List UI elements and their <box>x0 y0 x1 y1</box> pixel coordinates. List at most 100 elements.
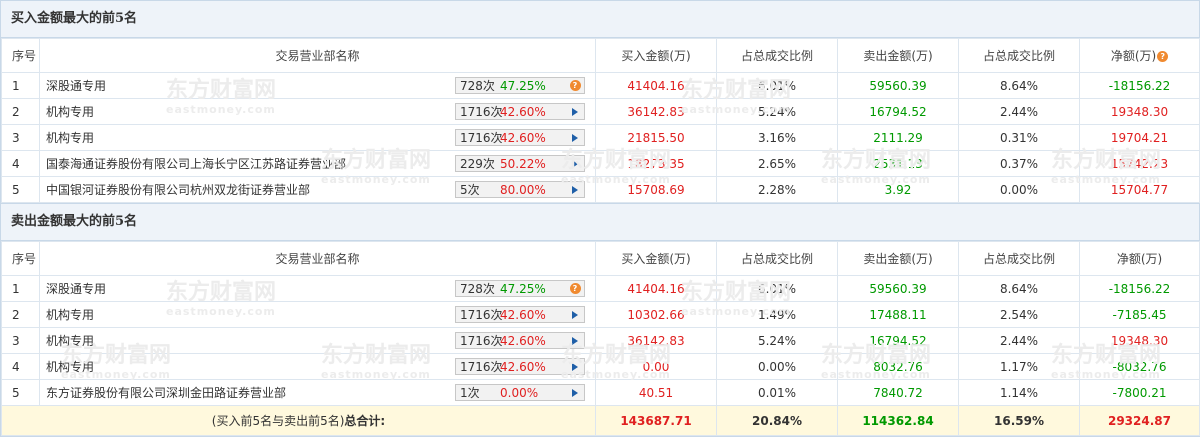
row-index: 1 <box>1 72 40 99</box>
col-header-name: 交易营业部名称 <box>39 241 596 276</box>
play-arrow-icon <box>572 388 578 397</box>
net-amount: -18156.22 <box>1079 72 1200 99</box>
win-rate: 47.25% <box>500 78 546 93</box>
broker-stats-badge[interactable]: 728次 47.25%? <box>455 280 585 297</box>
badge-icon-wrap[interactable]: ? <box>566 80 584 91</box>
total-row: (买入前5名与卖出前5名)总合计: 143687.71 20.84% 11436… <box>1 405 1200 436</box>
badge-icon-wrap[interactable] <box>566 107 584 116</box>
win-rate: 42.60% <box>500 307 546 322</box>
row-index: 2 <box>1 301 40 328</box>
net-amount: 15742.23 <box>1079 150 1200 177</box>
row-index: 3 <box>1 124 40 151</box>
broker-name[interactable]: 机构专用 <box>46 129 94 146</box>
broker-stats-badge[interactable]: 1716次 42.60% <box>455 129 585 146</box>
play-arrow-icon <box>572 336 578 345</box>
col-header-sell: 卖出金额(万) <box>837 241 959 276</box>
broker-cell: 机构专用 1716次 42.60% <box>39 301 596 328</box>
win-rate: 42.60% <box>500 333 546 348</box>
col-header-buy-pct: 占总成交比例 <box>716 241 838 276</box>
net-amount: -7185.45 <box>1079 301 1200 328</box>
total-sell: 114362.84 <box>837 405 959 436</box>
win-rate: 50.22% <box>500 156 546 171</box>
sell-pct: 1.17% <box>958 353 1080 380</box>
broker-cell: 机构专用 1716次 42.60% <box>39 98 596 125</box>
sell-section-title: 卖出金额最大的前5名 <box>1 203 1199 241</box>
buy-amount: 18273.35 <box>595 150 717 177</box>
sell-amount: 16794.52 <box>837 327 959 354</box>
play-arrow-icon <box>572 310 578 319</box>
net-amount: 15704.77 <box>1079 176 1200 203</box>
row-index: 4 <box>1 150 40 177</box>
sell-pct: 1.14% <box>958 379 1080 406</box>
sell-pct: 2.54% <box>958 301 1080 328</box>
buy-pct: 6.01% <box>716 275 838 302</box>
col-header-idx: 序号 <box>1 38 40 73</box>
appearance-count: 1716次 <box>460 308 503 322</box>
badge-icon-wrap[interactable] <box>566 362 584 371</box>
longhubang-panel: 东方财富网 eastmoney.com 东方财富网 eastmoney.com 东方… <box>0 0 1200 437</box>
question-mark-icon[interactable]: ? <box>569 80 581 91</box>
broker-stats-badge[interactable]: 1716次 42.60% <box>455 332 585 349</box>
sell-amount: 59560.39 <box>837 275 959 302</box>
buy-pct: 0.00% <box>716 353 838 380</box>
broker-cell: 机构专用 1716次 42.60% <box>39 353 596 380</box>
badge-icon-wrap[interactable] <box>566 159 584 168</box>
broker-name[interactable]: 深股通专用 <box>46 77 106 94</box>
row-index: 5 <box>1 176 40 203</box>
broker-name[interactable]: 机构专用 <box>46 103 94 120</box>
total-net: 29324.87 <box>1079 405 1200 436</box>
buy-amount: 36142.83 <box>595 98 717 125</box>
buy-pct: 3.16% <box>716 124 838 151</box>
buy-pct: 5.24% <box>716 98 838 125</box>
buy-amount: 10302.66 <box>595 301 717 328</box>
total-buy: 143687.71 <box>595 405 717 436</box>
broker-name[interactable]: 中国银河证券股份有限公司杭州双龙街证券营业部 <box>46 181 310 198</box>
table-row: 5 东方证券股份有限公司深圳金田路证券营业部 1次 0.00% 40.51 0.01% 78… <box>1 379 1200 406</box>
col-header-idx: 序号 <box>1 241 40 276</box>
broker-stats-badge[interactable]: 728次 47.25%? <box>455 77 585 94</box>
play-arrow-icon <box>572 159 578 168</box>
buy-pct: 2.65% <box>716 150 838 177</box>
broker-stats-badge[interactable]: 1716次 42.60% <box>455 358 585 375</box>
sell-pct: 8.64% <box>958 275 1080 302</box>
broker-name[interactable]: 深股通专用 <box>46 280 106 297</box>
table-row: 1 深股通专用 728次 47.25%? 41404.16 6.01% 59560.39 8.… <box>1 275 1200 302</box>
broker-stats-badge[interactable]: 229次 50.22% <box>455 155 585 172</box>
question-mark-icon[interactable]: ? <box>569 283 581 294</box>
buy-pct: 0.01% <box>716 379 838 406</box>
col-header-sell-pct: 占总成交比例 <box>958 241 1080 276</box>
badge-icon-wrap[interactable]: ? <box>566 283 584 294</box>
broker-stats-badge[interactable]: 1716次 42.60% <box>455 103 585 120</box>
broker-cell: 国泰海通证券股份有限公司上海长宁区江苏路证券营业部 229次 50.22% <box>39 150 596 177</box>
table-row: 2 机构专用 1716次 42.60% 10302.66 1.49% 17488.11 2.5… <box>1 301 1200 328</box>
broker-name[interactable]: 机构专用 <box>46 306 94 323</box>
badge-icon-wrap[interactable] <box>566 185 584 194</box>
win-rate: 0.00% <box>500 385 539 400</box>
net-amount: 19348.30 <box>1079 98 1200 125</box>
sell-pct: 0.31% <box>958 124 1080 151</box>
broker-stats-badge[interactable]: 5次 80.00% <box>455 181 585 198</box>
broker-cell: 中国银河证券股份有限公司杭州双龙街证券营业部 5次 80.00% <box>39 176 596 203</box>
play-arrow-icon <box>572 362 578 371</box>
appearance-count: 229次 <box>460 157 495 171</box>
buy-amount: 0.00 <box>595 353 717 380</box>
broker-name[interactable]: 机构专用 <box>46 358 94 375</box>
badge-icon-wrap[interactable] <box>566 388 584 397</box>
broker-name[interactable]: 东方证券股份有限公司深圳金田路证券营业部 <box>46 384 286 401</box>
win-rate: 42.60% <box>500 104 546 119</box>
win-rate: 42.60% <box>500 130 546 145</box>
row-index: 1 <box>1 275 40 302</box>
badge-icon-wrap[interactable] <box>566 133 584 142</box>
col-header-net: 净额(万) <box>1079 241 1200 276</box>
table-header-row: 序号 交易营业部名称 买入金额(万) 占总成交比例 卖出金额(万) 占总成交比例… <box>1 38 1200 73</box>
broker-stats-badge[interactable]: 1次 0.00% <box>455 384 585 401</box>
broker-stats-badge[interactable]: 1716次 42.60% <box>455 306 585 323</box>
badge-icon-wrap[interactable] <box>566 310 584 319</box>
broker-cell: 深股通专用 728次 47.25%? <box>39 275 596 302</box>
appearance-count: 5次 <box>460 183 480 197</box>
broker-name[interactable]: 国泰海通证券股份有限公司上海长宁区江苏路证券营业部 <box>46 155 346 172</box>
badge-icon-wrap[interactable] <box>566 336 584 345</box>
sell-pct: 0.00% <box>958 176 1080 203</box>
question-mark-icon[interactable]: ? <box>1157 51 1169 62</box>
broker-name[interactable]: 机构专用 <box>46 332 94 349</box>
